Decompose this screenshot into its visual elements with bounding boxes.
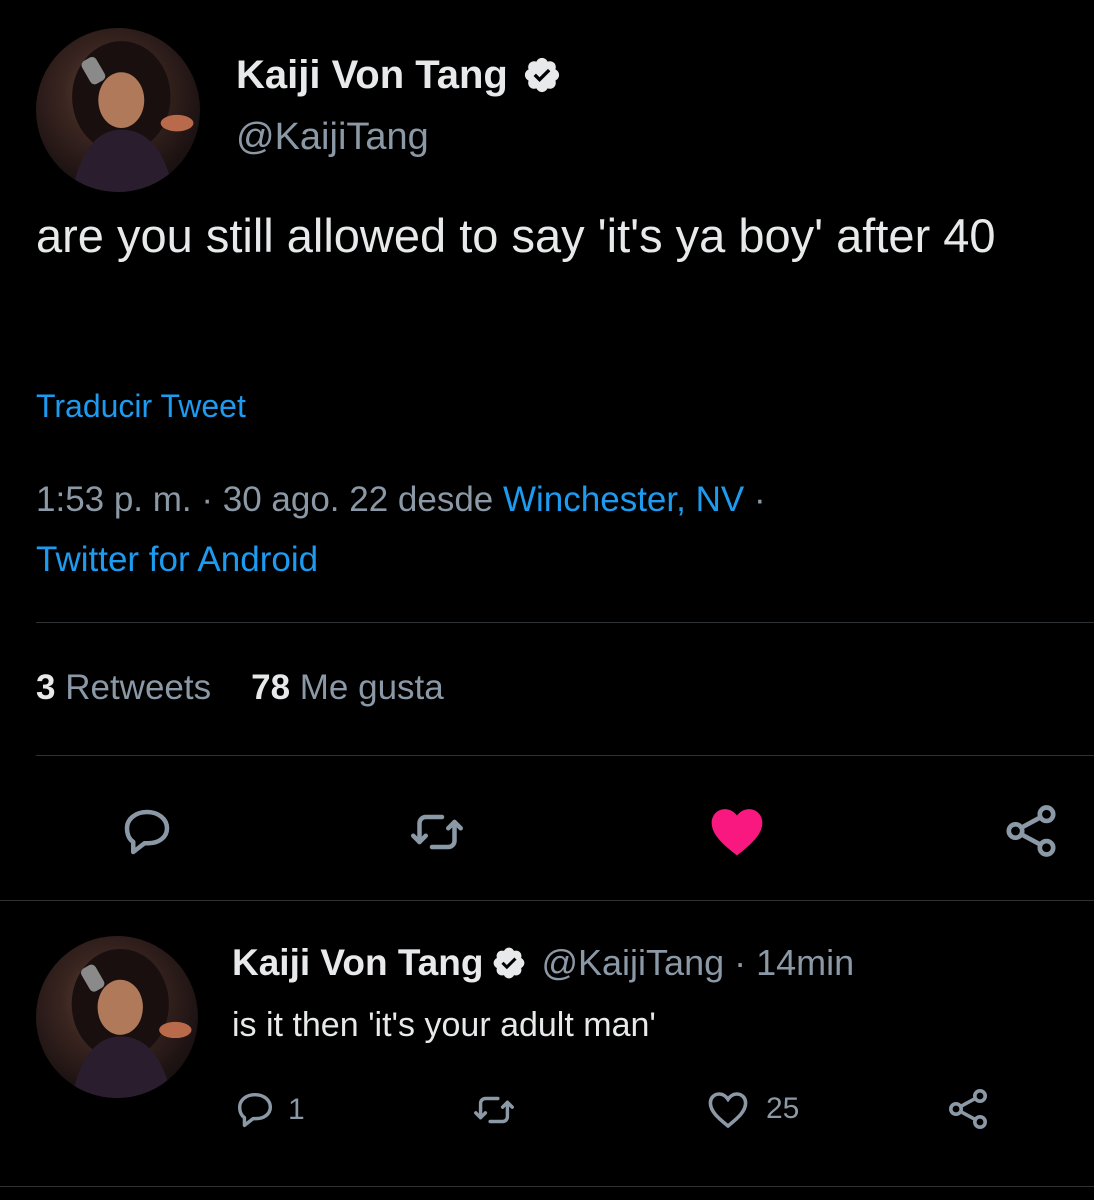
author-name-row: Kaiji Von Tang [236, 50, 562, 100]
tweet-text: are you still allowed to say 'it's ya bo… [36, 209, 996, 262]
reply-like-count: 25 [766, 1092, 800, 1125]
reply-text: is it then 'it's your adult man' [232, 1006, 656, 1044]
retweet-icon [411, 814, 463, 850]
likes-count: 78 [251, 668, 291, 707]
author-handle[interactable]: @KaijiTang [236, 116, 429, 159]
engagement-stats: 3 Retweets 78 Me gusta [36, 668, 444, 708]
reply-icon [124, 809, 170, 855]
reply-reply-icon [237, 1092, 273, 1128]
reply-retweet-icon [474, 1096, 514, 1124]
verified-badge-icon [522, 55, 562, 95]
reply-reply-button[interactable]: 1 [232, 1086, 342, 1134]
reply-reply-count: 1 [288, 1093, 305, 1126]
tweet-metadata: 1:53 p. m. · 30 ago. 22 desde Winchester… [36, 470, 1056, 590]
reply-verified-badge-icon [491, 945, 527, 981]
reply-avatar-portrait-icon [71, 948, 192, 1098]
meta-separator: · [753, 480, 766, 519]
author-display-name[interactable]: Kaiji Von Tang [236, 53, 508, 98]
divider-top [36, 622, 1094, 623]
reply-handle-time[interactable]: @KaijiTang · 14min [541, 942, 854, 984]
retweets-stat[interactable]: 3 Retweets [36, 668, 211, 708]
location-link[interactable]: Winchester, NV [503, 480, 744, 519]
heart-filled-icon [711, 809, 763, 856]
reply-display-name[interactable]: Kaiji Von Tang [232, 942, 483, 984]
retweet-button[interactable] [402, 800, 472, 864]
divider-end [0, 1186, 1094, 1187]
reply-author-avatar[interactable] [36, 936, 198, 1098]
reply-share-icon [949, 1089, 987, 1129]
like-button[interactable] [702, 796, 772, 866]
reply-name-row: Kaiji Von Tang @KaijiTang · 14min [232, 940, 854, 986]
reply-heart-outline-icon [708, 1092, 748, 1129]
divider-middle [36, 755, 1094, 756]
share-icon [1006, 805, 1056, 857]
share-button[interactable] [996, 796, 1066, 866]
author-avatar[interactable] [36, 28, 200, 192]
reply-retweet-button[interactable] [464, 1086, 524, 1134]
reply-like-button[interactable]: 25 [704, 1084, 844, 1134]
translate-tweet-link[interactable]: Traducir Tweet [36, 388, 246, 425]
likes-stat[interactable]: 78 Me gusta [251, 668, 444, 708]
likes-label: Me gusta [299, 668, 444, 707]
retweets-label: Retweets [65, 668, 212, 707]
reply-share-button[interactable] [940, 1084, 996, 1134]
reply-button[interactable] [112, 800, 182, 864]
divider-bottom [0, 900, 1094, 901]
retweets-count: 3 [36, 668, 56, 707]
source-link[interactable]: Twitter for Android [36, 540, 318, 579]
tweet-timestamp[interactable]: 1:53 p. m. · 30 ago. 22 desde [36, 480, 493, 519]
avatar-portrait-icon [72, 41, 194, 192]
